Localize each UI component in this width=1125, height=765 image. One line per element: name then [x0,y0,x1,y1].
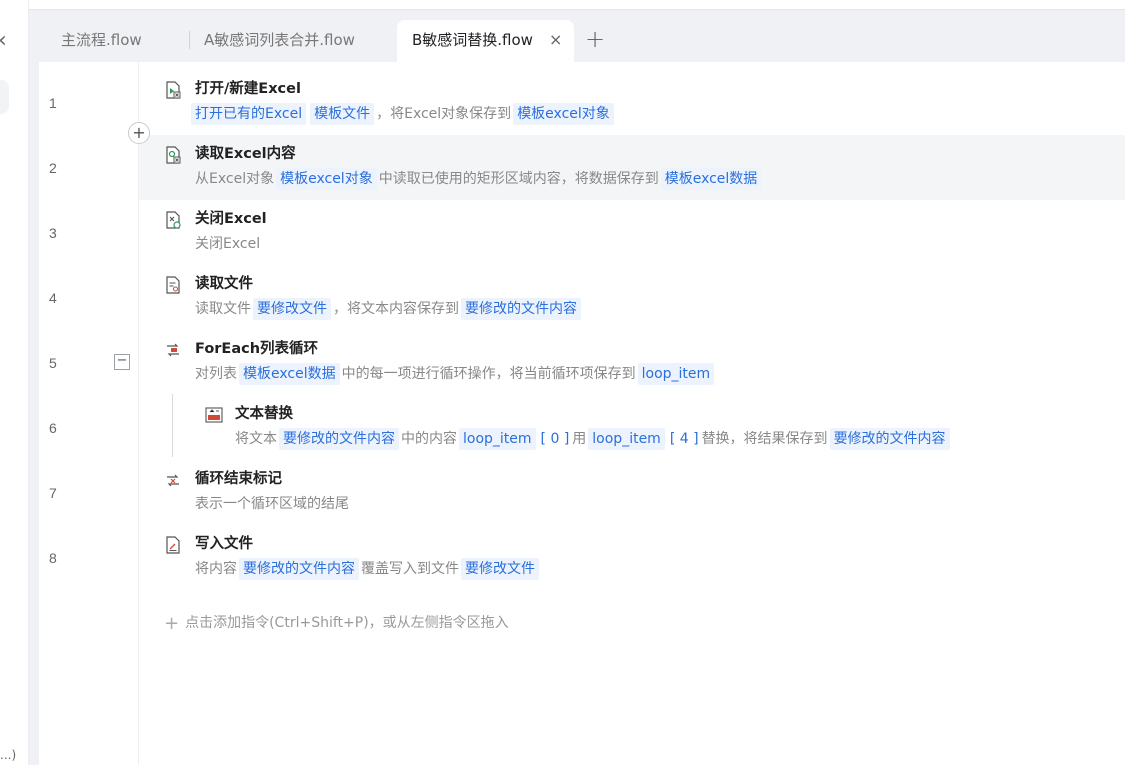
add-command-plus-icon: + [164,613,180,634]
line-number: 7 [49,485,57,501]
step-description: 对列表 模板excel数据 中的每一项进行循环操作，将当前循环项保存到 loop_it… [195,363,716,385]
line-number: 1 [49,95,57,111]
line-number: 2 [49,160,57,176]
step-title: 写入文件 [195,536,253,552]
param-token[interactable]: loop_item [459,428,536,450]
desc-text: 关闭Excel [195,236,261,252]
add-command-hint[interactable]: + 点击添加指令(Ctrl+Shift+P)，或从左侧指令区拖入 [164,612,509,634]
excel-open-icon [166,81,181,99]
step-description: 表示一个循环区域的结尾 [195,493,349,515]
tab-label: B敏感词替换.flow [412,31,533,49]
desc-text: 中读取已使用的矩形区域内容，将数据保存到 [378,171,659,187]
collapse-panel-chevron-icon[interactable]: ‹ [0,30,7,52]
file-read-icon [166,276,180,294]
step-description: 从Excel对象 模板excel对象 中读取已使用的矩形区域内容，将数据保存到 模板e… [195,168,763,190]
param-token[interactable]: 打开已有的Excel [191,103,307,125]
step-title: 关闭Excel [195,211,267,227]
collapse-loop-minus-icon[interactable]: − [114,354,130,370]
index-bracket: [ 0 ] [540,431,570,447]
left-panel-handle[interactable] [0,80,9,114]
line-number: 8 [49,550,57,566]
desc-text: 用 [572,431,587,447]
step-title: 读取Excel内容 [195,146,296,162]
tab-b-flow-active[interactable]: B敏感词替换.flow × [397,20,574,62]
line-number: 5 [49,355,57,371]
step-title: 读取文件 [195,276,253,292]
desc-text: 将文本 [235,431,277,447]
param-token[interactable]: 要修改的文件内容 [279,428,399,450]
text-replace-icon [205,407,223,423]
line-number: 6 [49,420,57,436]
left-panel-strip: ‹ ...) [0,0,29,765]
param-token[interactable]: 模板excel数据 [239,363,340,385]
desc-text: 中的每一项进行循环操作，将当前循环项保存到 [341,366,636,382]
step-description: 打开已有的Excel 模板文件 ，将Excel对象保存到 模板excel对象 [191,103,616,125]
step-title: ForEach列表循环 [195,341,319,357]
desc-text: 读取文件 [195,301,251,317]
flow-editor: 1 2 3 4 5 6 7 8 + − 打开/新建Excel 打开已有的Exce… [39,62,1125,765]
loop-end-icon [167,474,179,487]
step-description: 将文本 要修改的文件内容 中的内容 loop_item[ 0 ] 用 loop_item[… [235,428,952,450]
tab-label: 主流程.flow [61,31,142,49]
file-write-icon [166,536,180,554]
insert-step-plus-icon[interactable]: + [128,122,150,144]
add-tab-icon[interactable]: + [585,26,605,52]
tab-bar: 主流程.flow A敏感词列表合并.flow B敏感词替换.flow × + [29,0,1125,62]
desc-text: 覆盖写入到文件 [361,561,459,577]
panel-gutter [29,0,39,765]
excel-close-icon [166,211,181,229]
step-title: 文本替换 [235,406,293,422]
desc-text: ，将Excel对象保存到 [376,106,512,122]
index-bracket: [ 4 ] [669,431,699,447]
loop-scope-line [172,394,173,457]
param-token[interactable]: 模板excel数据 [660,168,762,190]
desc-text: 对列表 [195,366,237,382]
param-token[interactable]: 模板文件 [310,103,375,125]
close-tab-icon[interactable]: × [549,20,562,60]
step-description: 读取文件 要修改文件 ，将文本内容保存到 要修改的文件内容 [195,298,583,320]
desc-text: 从Excel对象 [195,171,275,187]
desc-text: ，将文本内容保存到 [333,301,459,317]
step-description: 关闭Excel [195,233,260,255]
param-token[interactable]: 要修改文件 [253,298,331,320]
excel-read-icon [166,146,181,164]
tab-separator [189,31,190,49]
param-token[interactable]: 要修改的文件内容 [461,298,581,320]
param-token[interactable]: 要修改的文件内容 [239,558,359,580]
desc-text: 表示一个循环区域的结尾 [195,496,349,512]
desc-text: 将内容 [195,561,237,577]
foreach-loop-icon [167,343,179,357]
param-token[interactable]: 模板excel对象 [276,168,377,190]
tab-main-flow[interactable]: 主流程.flow [61,20,142,62]
param-token[interactable]: loop_item [588,428,665,450]
param-token[interactable]: loop_item [637,363,715,385]
line-number: 4 [49,290,57,306]
tab-bar-top-border [29,0,1125,10]
tab-label: A敏感词列表合并.flow [204,31,355,49]
line-number-gutter: 1 2 3 4 5 6 7 8 [39,62,139,765]
step-title: 循环结束标记 [195,471,282,487]
line-number: 3 [49,225,57,241]
param-token[interactable]: 要修改文件 [461,558,539,580]
left-panel-truncated-text: ...) [0,748,17,762]
step-title: 打开/新建Excel [195,81,301,97]
param-token[interactable]: 模板excel对象 [513,103,614,125]
param-token[interactable]: 要修改的文件内容 [829,428,950,450]
tab-a-flow[interactable]: A敏感词列表合并.flow [204,20,355,62]
desc-text: 中的内容 [401,431,457,447]
step-description: 将内容 要修改的文件内容 覆盖写入到文件 要修改文件 [195,558,541,580]
add-command-label: 点击添加指令(Ctrl+Shift+P)，或从左侧指令区拖入 [185,615,509,631]
desc-text: 替换，将结果保存到 [701,431,828,447]
